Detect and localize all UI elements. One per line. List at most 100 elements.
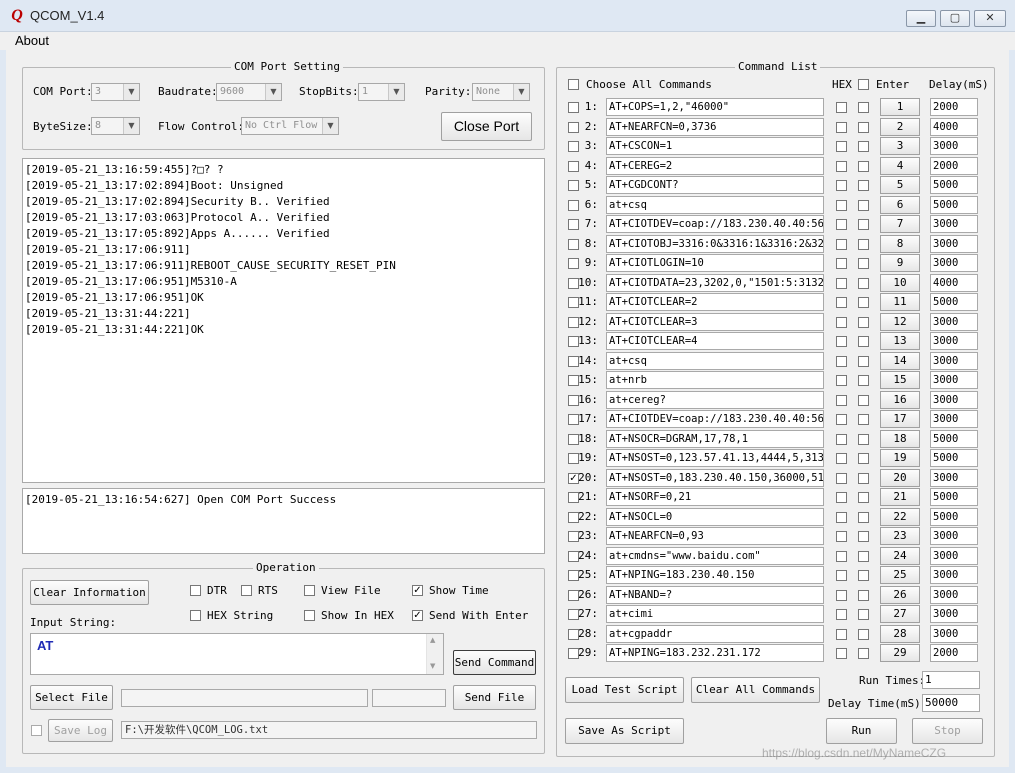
command-enter-checkbox[interactable] <box>858 453 869 464</box>
command-delay-input[interactable]: 3000 <box>930 332 978 350</box>
minimize-icon[interactable]: ▁ <box>906 10 936 27</box>
log-path-field[interactable]: F:\开发软件\QCOM_LOG.txt <box>121 721 537 739</box>
save-as-script-button[interactable]: Save As Script <box>565 718 684 744</box>
bytesize-select[interactable]: 8 ▼ <box>91 117 140 135</box>
command-enter-checkbox[interactable] <box>858 297 869 308</box>
command-enter-checkbox[interactable] <box>858 239 869 250</box>
stopbits-select[interactable]: 1 ▼ <box>358 83 405 101</box>
command-input[interactable]: AT+NEARFCN=0,3736 <box>606 118 824 136</box>
command-send-button[interactable]: 15 <box>880 371 920 389</box>
command-hex-checkbox[interactable] <box>836 239 847 250</box>
command-input[interactable]: at+nrb <box>606 371 824 389</box>
command-hex-checkbox[interactable] <box>836 336 847 347</box>
command-delay-input[interactable]: 2000 <box>930 157 978 175</box>
command-hex-checkbox[interactable] <box>836 180 847 191</box>
command-enter-checkbox[interactable] <box>858 395 869 406</box>
command-send-button[interactable]: 14 <box>880 352 920 370</box>
save-log-button[interactable]: Save Log <box>48 719 113 742</box>
command-enter-checkbox[interactable] <box>858 531 869 542</box>
baudrate-select[interactable]: 9600 ▼ <box>216 83 282 101</box>
command-hex-checkbox[interactable] <box>836 453 847 464</box>
command-delay-input[interactable]: 5000 <box>930 488 978 506</box>
chevron-down-icon[interactable]: ▼ <box>123 84 139 100</box>
command-delay-input[interactable]: 3000 <box>930 352 978 370</box>
command-input[interactable]: AT+CIOTDEV=coap://183.230.40.40:5683 <box>606 215 824 233</box>
scroll-down-icon[interactable]: ▼ <box>430 662 435 670</box>
command-send-button[interactable]: 13 <box>880 332 920 350</box>
command-send-button[interactable]: 6 <box>880 196 920 214</box>
close-port-button[interactable]: Close Port <box>441 112 532 141</box>
command-enter-checkbox[interactable] <box>858 258 869 269</box>
command-delay-input[interactable]: 3000 <box>930 566 978 584</box>
command-send-button[interactable]: 25 <box>880 566 920 584</box>
command-delay-input[interactable]: 3000 <box>930 625 978 643</box>
command-input[interactable]: AT+NSOST=0,183.230.40.150,36000,512, <box>606 469 824 487</box>
command-send-button[interactable]: 23 <box>880 527 920 545</box>
close-window-icon[interactable]: ✕ <box>974 10 1006 27</box>
command-send-button[interactable]: 16 <box>880 391 920 409</box>
command-delay-input[interactable]: 3000 <box>930 371 978 389</box>
command-send-button[interactable]: 10 <box>880 274 920 292</box>
command-enter-checkbox[interactable] <box>858 356 869 367</box>
command-delay-input[interactable]: 5000 <box>930 293 978 311</box>
command-enter-checkbox[interactable] <box>858 375 869 386</box>
command-input[interactable]: AT+COPS=1,2,"46000" <box>606 98 824 116</box>
chevron-down-icon[interactable]: ▼ <box>265 84 281 100</box>
enter-all-checkbox[interactable] <box>858 79 869 90</box>
command-input[interactable]: AT+CIOTCLEAR=2 <box>606 293 824 311</box>
command-hex-checkbox[interactable] <box>836 161 847 172</box>
command-input[interactable]: AT+CSCON=1 <box>606 137 824 155</box>
command-enter-checkbox[interactable] <box>858 473 869 484</box>
command-input[interactable]: AT+NSOCR=DGRAM,17,78,1 <box>606 430 824 448</box>
command-send-button[interactable]: 2 <box>880 118 920 136</box>
command-input[interactable]: AT+NSOST=0,123.57.41.13,4444,5,31323 <box>606 449 824 467</box>
command-enter-checkbox[interactable] <box>858 278 869 289</box>
command-delay-input[interactable]: 4000 <box>930 118 978 136</box>
command-hex-checkbox[interactable] <box>836 395 847 406</box>
select-file-button[interactable]: Select File <box>30 685 113 710</box>
chevron-down-icon[interactable]: ▼ <box>388 84 404 100</box>
command-enter-checkbox[interactable] <box>858 512 869 523</box>
delay-time-input[interactable]: 50000 <box>922 694 980 712</box>
command-send-button[interactable]: 9 <box>880 254 920 272</box>
command-enter-checkbox[interactable] <box>858 141 869 152</box>
command-send-button[interactable]: 8 <box>880 235 920 253</box>
command-enter-checkbox[interactable] <box>858 648 869 659</box>
command-input[interactable]: AT+CIOTCLEAR=4 <box>606 332 824 350</box>
command-send-button[interactable]: 27 <box>880 605 920 623</box>
command-enter-checkbox[interactable] <box>858 200 869 211</box>
command-send-button[interactable]: 7 <box>880 215 920 233</box>
command-hex-checkbox[interactable] <box>836 200 847 211</box>
input-scrollbar[interactable]: ▲ ▼ <box>426 634 443 674</box>
title-bar[interactable] <box>0 0 1015 32</box>
command-send-button[interactable]: 18 <box>880 430 920 448</box>
rts-checkbox[interactable] <box>241 585 252 596</box>
command-input[interactable]: at+cereg? <box>606 391 824 409</box>
command-hex-checkbox[interactable] <box>836 278 847 289</box>
show-in-hex-checkbox[interactable] <box>304 610 315 621</box>
run-times-input[interactable]: 1 <box>922 671 980 689</box>
command-delay-input[interactable]: 2000 <box>930 98 978 116</box>
clear-all-commands-button[interactable]: Clear All Commands <box>691 677 820 703</box>
command-delay-input[interactable]: 3000 <box>930 605 978 623</box>
command-input[interactable]: AT+CIOTDEV=coap://183.230.40.40:5683 <box>606 410 824 428</box>
command-input[interactable]: AT+CGDCONT? <box>606 176 824 194</box>
command-delay-input[interactable]: 5000 <box>930 508 978 526</box>
command-hex-checkbox[interactable] <box>836 570 847 581</box>
command-enter-checkbox[interactable] <box>858 336 869 347</box>
scroll-up-icon[interactable]: ▲ <box>430 636 435 644</box>
hex-string-checkbox[interactable] <box>190 610 201 621</box>
command-hex-checkbox[interactable] <box>836 102 847 113</box>
command-delay-input[interactable]: 3000 <box>930 527 978 545</box>
command-send-button[interactable]: 12 <box>880 313 920 331</box>
command-hex-checkbox[interactable] <box>836 297 847 308</box>
send-command-button[interactable]: Send Command <box>453 650 536 675</box>
command-send-button[interactable]: 3 <box>880 137 920 155</box>
command-delay-input[interactable]: 3000 <box>930 547 978 565</box>
status-log-area[interactable]: [2019-05-21_13:16:54:627] Open COM Port … <box>22 488 545 554</box>
command-hex-checkbox[interactable] <box>836 629 847 640</box>
command-enter-checkbox[interactable] <box>858 180 869 191</box>
command-hex-checkbox[interactable] <box>836 219 847 230</box>
run-button[interactable]: Run <box>826 718 897 744</box>
command-delay-input[interactable]: 3000 <box>930 137 978 155</box>
